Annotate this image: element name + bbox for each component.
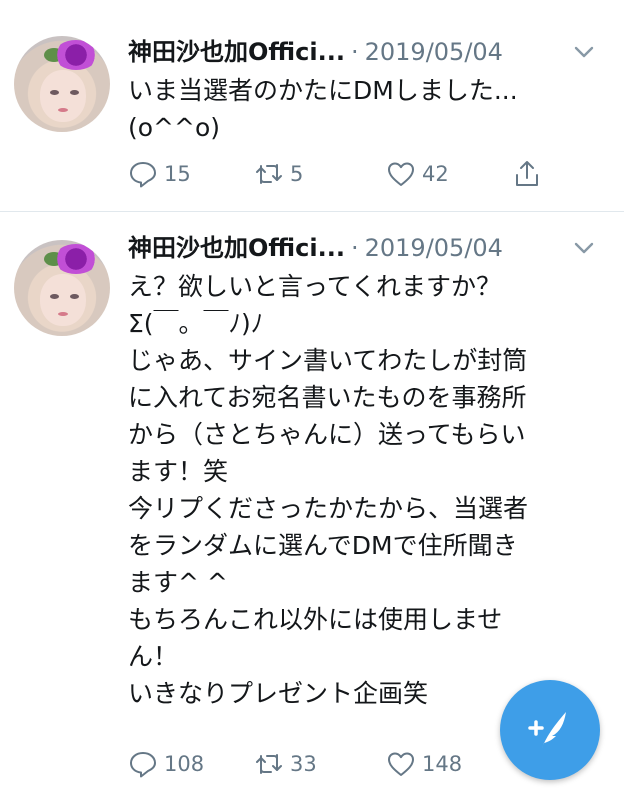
avatar-lip <box>58 108 68 112</box>
avatar-eye <box>50 90 59 95</box>
avatar-eye <box>50 294 59 299</box>
tweet-text: いま当選者のかたにDMしました... (o^^o) <box>128 76 518 142</box>
tweet-divider <box>0 211 624 212</box>
heart-icon <box>388 752 414 776</box>
retweet-icon <box>256 164 282 184</box>
share-button[interactable] <box>512 156 548 192</box>
like-count: 148 <box>422 752 463 776</box>
retweet-icon <box>256 754 282 774</box>
heart-icon <box>388 162 414 186</box>
reply-button[interactable]: 108 <box>128 746 204 782</box>
reply-icon <box>130 162 156 188</box>
reply-button[interactable]: 15 <box>128 156 191 192</box>
avatar[interactable] <box>14 240 110 336</box>
like-count: 42 <box>422 162 449 186</box>
tweet-date[interactable]: 2019/05/04 <box>365 38 503 66</box>
reply-count: 108 <box>164 752 205 776</box>
tweet-header: 神田沙也加Offici... · 2019/05/04 <box>128 232 503 264</box>
header-separator: · <box>350 234 359 262</box>
retweet-count: 5 <box>290 162 304 186</box>
avatar-flower <box>54 40 98 70</box>
like-button[interactable]: 42 <box>386 156 449 192</box>
chevron-down-icon[interactable] <box>570 234 598 262</box>
retweet-button[interactable]: 5 <box>254 156 303 192</box>
compose-tweet-button[interactable] <box>500 680 600 780</box>
tweet[interactable]: 神田沙也加Offici... · 2019/05/04 いま当選者のかたにDMしまし… <box>0 0 624 212</box>
author-name[interactable]: 神田沙也加Offici... <box>128 38 345 66</box>
compose-tweet-icon <box>528 712 566 748</box>
avatar-face <box>40 70 86 122</box>
avatar-lip <box>58 312 68 316</box>
avatar-flower <box>54 244 98 274</box>
retweet-button[interactable]: 33 <box>254 746 317 782</box>
chevron-down-icon[interactable] <box>570 38 598 66</box>
share-icon <box>516 161 538 186</box>
reply-count: 15 <box>164 162 191 186</box>
tweet-text: え？欲しいと言ってくれますか？ Σ(￣。￣ﾉ)ﾉ じゃあ、サイン書いてわたしが封… <box>128 272 529 708</box>
header-separator: · <box>350 38 359 66</box>
tweet-date[interactable]: 2019/05/04 <box>365 234 503 262</box>
reply-icon <box>130 752 156 778</box>
author-name[interactable]: 神田沙也加Offici... <box>128 234 345 262</box>
avatar-eye <box>70 90 79 95</box>
retweet-count: 33 <box>290 752 317 776</box>
tweet-header: 神田沙也加Offici... · 2019/05/04 <box>128 36 503 68</box>
avatar[interactable] <box>14 36 110 132</box>
avatar-eye <box>70 294 79 299</box>
avatar-face <box>40 274 86 326</box>
like-button[interactable]: 148 <box>386 746 462 782</box>
